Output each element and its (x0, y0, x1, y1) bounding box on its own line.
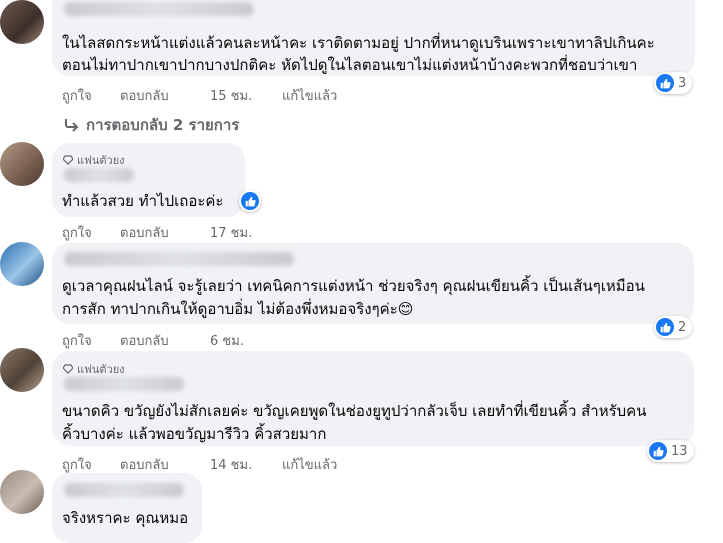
top-fan-badge: แฟนตัวยง (63, 151, 125, 169)
reaction-count[interactable]: 3 (654, 72, 693, 94)
comment-text: จริงหราคะ คุณหมอ (62, 509, 189, 527)
comment-text: ขนาดคิว ขวัญยังไม่สักเลยค่ะ ขวัญเคยพูดใน… (62, 402, 647, 420)
thumbs-up-icon (241, 192, 259, 210)
reply-button[interactable]: ตอบกลับ (120, 85, 210, 106)
thumbs-up-icon (649, 442, 667, 460)
reply-button[interactable]: ตอบกลับ (120, 222, 210, 243)
view-replies-link[interactable]: การตอบกลับ 2 รายการ (62, 113, 239, 137)
avatar[interactable] (0, 470, 44, 514)
timestamp[interactable]: 6 ชม. (210, 330, 282, 351)
avatar[interactable] (0, 348, 44, 392)
author-name-redacted (64, 2, 254, 16)
diamond-icon (63, 364, 73, 374)
diamond-icon (63, 155, 73, 165)
avatar[interactable] (0, 0, 44, 44)
author-name-redacted (64, 377, 184, 391)
like-button[interactable]: ถูกใจ (62, 330, 120, 351)
timestamp[interactable]: 14 ชม. (210, 454, 282, 475)
reaction-count[interactable] (239, 190, 261, 212)
comment-text: คิ้วบางค่ะ แล้วพอขวัญมารีวิว คิ้วสวยมาก (62, 425, 327, 443)
author-name-redacted (64, 168, 134, 182)
edited-label[interactable]: แก้ไขแล้ว (282, 454, 337, 475)
comment-text: ทำแล้วสวย ทำไปเถอะค่ะ (62, 192, 224, 210)
reply-arrow-icon (65, 119, 79, 132)
edited-label[interactable]: แก้ไขแล้ว (282, 85, 337, 106)
comment-actions: ถูกใจ ตอบกลับ 6 ชม. (62, 330, 282, 351)
thumbs-up-icon (656, 318, 674, 336)
top-fan-badge: แฟนตัวยง (63, 360, 125, 378)
timestamp[interactable]: 15 ชม. (210, 85, 282, 106)
reply-button[interactable]: ตอบกลับ (120, 330, 210, 351)
timestamp[interactable]: 17 ชม. (210, 222, 282, 243)
comment-actions: ถูกใจ ตอบกลับ 15 ชม. แก้ไขแล้ว (62, 85, 337, 106)
comment-text: ดูเวลาคุณฝนไลน์ จะรู้เลยว่า เทคนิคการแต่… (62, 277, 645, 295)
comment-text: ในไลสดกระหน้าแต่งแล้วคนละหน้าคะ เราติดตา… (62, 34, 655, 52)
thumbs-up-icon (656, 74, 674, 92)
author-name-redacted (64, 252, 294, 266)
like-button[interactable]: ถูกใจ (62, 85, 120, 106)
like-button[interactable]: ถูกใจ (62, 222, 120, 243)
avatar[interactable] (0, 142, 44, 186)
reaction-count[interactable]: 2 (654, 316, 693, 338)
author-name-redacted (64, 483, 184, 497)
comment-actions: ถูกใจ ตอบกลับ 17 ชม. (62, 222, 282, 243)
reaction-count[interactable]: 13 (647, 440, 694, 462)
comment-actions: ถูกใจ ตอบกลับ 14 ชม. แก้ไขแล้ว (62, 454, 337, 475)
reply-button[interactable]: ตอบกลับ (120, 454, 210, 475)
avatar[interactable] (0, 242, 44, 286)
like-button[interactable]: ถูกใจ (62, 454, 120, 475)
comment-text: การสัก ทาปากเกินให้ดูอาบอิ่ม ไม่ต้องพึ่ง… (62, 300, 414, 318)
comment-text: ตอนไม่ทาปากเขาปากบางปกติคะ หัดไปดูในไลตอ… (62, 56, 638, 74)
